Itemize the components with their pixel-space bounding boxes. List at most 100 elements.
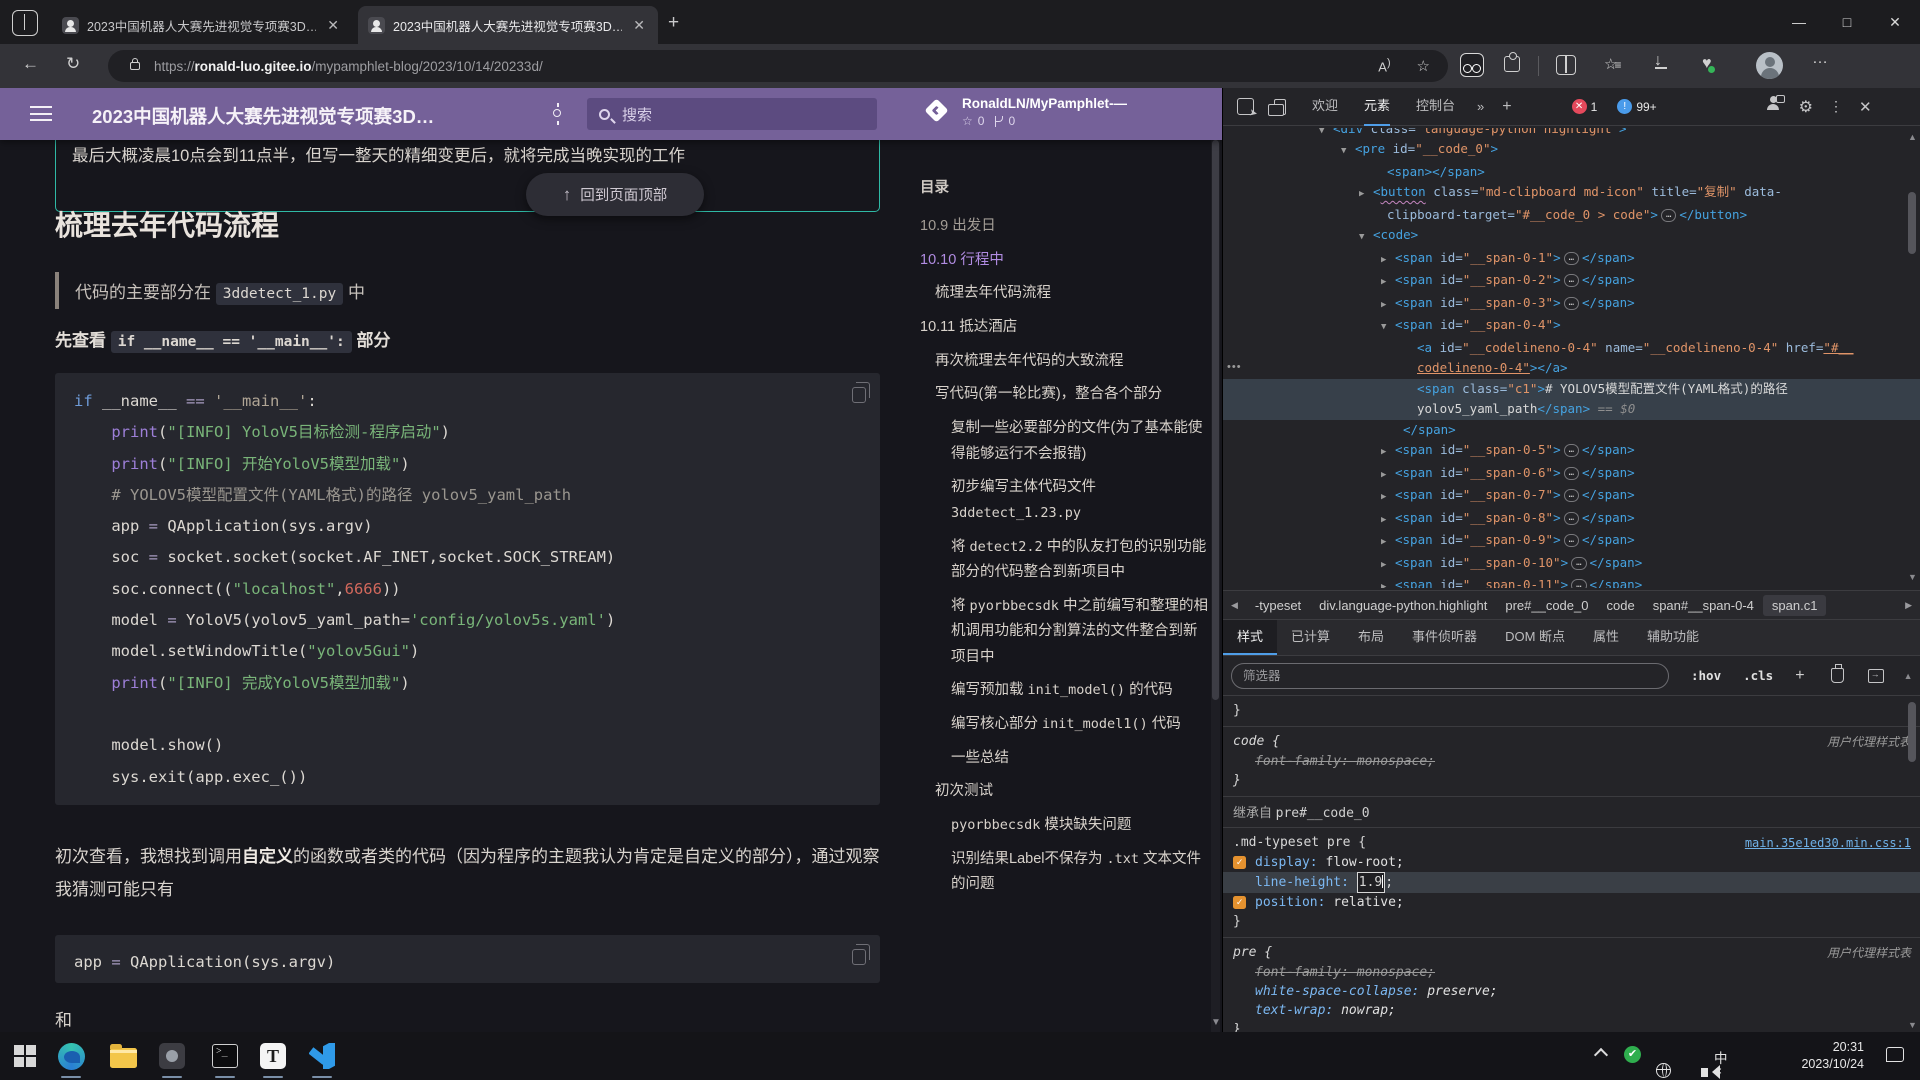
- css-property[interactable]: white-space-collapse: preserve;: [1233, 982, 1911, 1001]
- copy-code-icon[interactable]: [852, 949, 866, 965]
- toc-item[interactable]: 编写预加载 init_model() 的代码: [920, 678, 1210, 704]
- toggle-hover-state-button[interactable]: :hov: [1691, 668, 1721, 683]
- profile-avatar[interactable]: [1756, 52, 1783, 79]
- tray-security-icon[interactable]: ✔: [1624, 1046, 1641, 1063]
- toc-item[interactable]: 识别结果Label不保存为 .txt 文本文件的问题: [920, 847, 1210, 898]
- taskbar-vscode-icon[interactable]: [307, 1041, 337, 1071]
- tray-ime-indicator[interactable]: 中: [1714, 1047, 1728, 1067]
- new-style-rule-button[interactable]: +: [1795, 667, 1804, 685]
- brush-icon[interactable]: [1831, 668, 1844, 683]
- dom-tree-row[interactable]: ▶<span id="__span-0-7">…</span>: [1223, 485, 1920, 508]
- dom-tree-row[interactable]: yolov5_yaml_path</span> == $0: [1223, 399, 1920, 420]
- toc-item[interactable]: 10.11 抵达酒店: [920, 315, 1210, 341]
- browser-menu-icon[interactable]: …: [1812, 50, 1829, 68]
- breadcrumb-item[interactable]: code: [1597, 595, 1643, 616]
- dom-tree-row[interactable]: <a id="__codelineno-0-4" name="__codelin…: [1223, 338, 1920, 359]
- toc-item[interactable]: 将 pyorbbecsdk 中之前编写和整理的相机调用功能和分割算法的文件整合到…: [920, 594, 1210, 671]
- issues-badge[interactable]: !99+: [1617, 99, 1656, 114]
- toc-item[interactable]: 写代码(第一轮比赛)，整合各个部分: [920, 382, 1210, 408]
- tab-actions-icon[interactable]: [12, 10, 38, 36]
- stylesheet-link[interactable]: main.35e1ed30.min.css:1: [1745, 833, 1911, 853]
- back-to-top-button[interactable]: ↑ 回到页面顶部: [526, 173, 704, 216]
- toc-item[interactable]: 10.10 行程中: [920, 248, 1210, 274]
- device-emulation-icon[interactable]: [1274, 99, 1286, 115]
- dom-tree-row[interactable]: <span class="c1"># YOLOV5模型配置文件(YAML格式)的…: [1223, 379, 1920, 400]
- tray-network-icon[interactable]: [1656, 1063, 1671, 1078]
- taskbar-edge-icon[interactable]: [56, 1041, 86, 1071]
- breadcrumb-item[interactable]: span.c1: [1763, 595, 1827, 616]
- dom-tree-row[interactable]: ▶<span id="__span-0-9">…</span>: [1223, 530, 1920, 553]
- dom-tree-row[interactable]: ▶<span id="__span-0-6">…</span>: [1223, 463, 1920, 486]
- elements-scrollbar[interactable]: ▲▼: [1907, 132, 1918, 582]
- window-maximize-button[interactable]: □: [1824, 0, 1870, 44]
- styles-scroll-up-icon[interactable]: ▲: [1904, 671, 1913, 681]
- browser-tab-2-active[interactable]: 2023中国机器人大赛先进视觉专项赛3D… ✕: [358, 6, 658, 44]
- styles-tab-0[interactable]: 样式: [1223, 620, 1277, 655]
- breadcrumb-item[interactable]: span#__span-0-4: [1644, 595, 1763, 616]
- toc-item[interactable]: 将 detect2.2 中的队友打包的识别功能部分的代码整合到新项目中: [920, 535, 1210, 586]
- toc-item[interactable]: 初步编写主体代码文件 3ddetect_1.23.py: [920, 475, 1210, 526]
- browser-tab-1[interactable]: 2023中国机器人大赛先进视觉专项赛3D… ✕: [52, 6, 352, 44]
- add-panel-icon[interactable]: +: [1502, 98, 1511, 116]
- browser-essentials-icon[interactable]: ♥: [1702, 55, 1712, 73]
- dom-tree-row[interactable]: <span></span>: [1223, 162, 1920, 183]
- css-rule[interactable]: 继承自 pre#__code_0: [1223, 797, 1920, 828]
- devtools-tab-elements[interactable]: 元素: [1364, 88, 1390, 126]
- lock-icon[interactable]: [130, 62, 140, 70]
- error-badge[interactable]: ✕1: [1572, 99, 1598, 114]
- css-property[interactable]: text-wrap: nowrap;: [1233, 1001, 1911, 1020]
- dom-tree-row[interactable]: codelineno-0-4"></a>: [1223, 358, 1920, 379]
- breadcrumb-item[interactable]: pre#__code_0: [1496, 595, 1597, 616]
- panel-icon[interactable]: [1868, 669, 1884, 683]
- dom-tree-row[interactable]: ▶<span id="__span-0-8">…</span>: [1223, 508, 1920, 531]
- read-aloud-icon[interactable]: A): [1378, 57, 1390, 74]
- repo-info[interactable]: RonaldLN/MyPamphlet-— ☆ 0 0: [962, 96, 1127, 128]
- extension-icon[interactable]: [1460, 53, 1484, 77]
- favorite-star-icon[interactable]: ☆: [1417, 57, 1430, 75]
- toc-item[interactable]: 梳理去年代码流程: [920, 281, 1210, 307]
- gitee-repo-icon[interactable]: [924, 98, 948, 122]
- window-close-button[interactable]: ✕: [1872, 0, 1918, 44]
- toc-item[interactable]: 初次测试: [920, 779, 1210, 805]
- taskbar-file-explorer-icon[interactable]: [108, 1041, 138, 1071]
- css-property[interactable]: ✓position: relative;: [1233, 893, 1911, 912]
- css-rule[interactable]: pre {用户代理样式表font-family: monospace;white…: [1223, 938, 1920, 1032]
- tray-notification-icon[interactable]: [1886, 1047, 1904, 1062]
- dom-tree-row[interactable]: ▶<span id="__span-0-11">…</span>: [1223, 575, 1920, 588]
- devtools-tab-welcome[interactable]: 欢迎: [1312, 88, 1338, 126]
- breadcrumb-right-icon[interactable]: ▶: [1897, 600, 1920, 611]
- new-tab-button[interactable]: +: [668, 12, 679, 34]
- theme-toggle-icon[interactable]: [548, 104, 568, 124]
- styles-tab-4[interactable]: DOM 断点: [1491, 620, 1579, 655]
- dom-tree-row[interactable]: ▶<span id="__span-0-2">…</span>: [1223, 270, 1920, 293]
- split-screen-icon[interactable]: [1556, 55, 1576, 75]
- copy-code-icon[interactable]: [852, 387, 866, 403]
- refresh-button[interactable]: ↻: [66, 54, 80, 74]
- window-minimize-button[interactable]: —: [1776, 0, 1822, 44]
- toc-item[interactable]: 编写核心部分 init_model1() 代码: [920, 712, 1210, 738]
- tab-close-icon[interactable]: ✕: [630, 17, 648, 34]
- taskbar-typora-icon[interactable]: T: [258, 1041, 288, 1071]
- dom-tree-row[interactable]: ▼<code>: [1223, 225, 1920, 248]
- dom-tree-row[interactable]: </span>: [1223, 420, 1920, 441]
- dom-tree-row[interactable]: ▶<button class="md-clipboard md-icon" ti…: [1223, 182, 1920, 205]
- breadcrumb-left-icon[interactable]: ◀: [1223, 600, 1246, 611]
- hamburger-menu-icon[interactable]: [30, 106, 52, 121]
- toc-item[interactable]: pyorbbecsdk 模块缺失问题: [920, 813, 1210, 839]
- css-rule[interactable]: code {用户代理样式表font-family: monospace;}: [1223, 727, 1920, 797]
- more-tabs-icon[interactable]: »: [1477, 99, 1484, 114]
- devtools-tab-console[interactable]: 控制台: [1416, 88, 1455, 126]
- dom-tree-row[interactable]: ▶<span id="__span-0-1">…</span>: [1223, 248, 1920, 271]
- address-bar[interactable]: https://ronald-luo.gitee.io/mypamphlet-b…: [108, 50, 1448, 82]
- css-rule[interactable]: }: [1223, 696, 1920, 727]
- tab-close-icon[interactable]: ✕: [324, 17, 342, 34]
- toggle-class-button[interactable]: .cls: [1743, 668, 1773, 683]
- breadcrumb-item[interactable]: -typeset: [1246, 595, 1310, 616]
- css-property[interactable]: line-height: 1.9;: [1223, 872, 1920, 893]
- dom-tree-row[interactable]: ▶<span id="__span-0-5">…</span>: [1223, 440, 1920, 463]
- collections-icon[interactable]: ☆: [1604, 55, 1621, 73]
- css-property[interactable]: font-family: monospace;: [1233, 752, 1911, 771]
- dom-tree-row[interactable]: ▼<pre id="__code_0">: [1223, 139, 1920, 162]
- toc-item[interactable]: 再次梳理去年代码的大致流程: [920, 349, 1210, 375]
- taskbar-app-icon[interactable]: [157, 1041, 187, 1071]
